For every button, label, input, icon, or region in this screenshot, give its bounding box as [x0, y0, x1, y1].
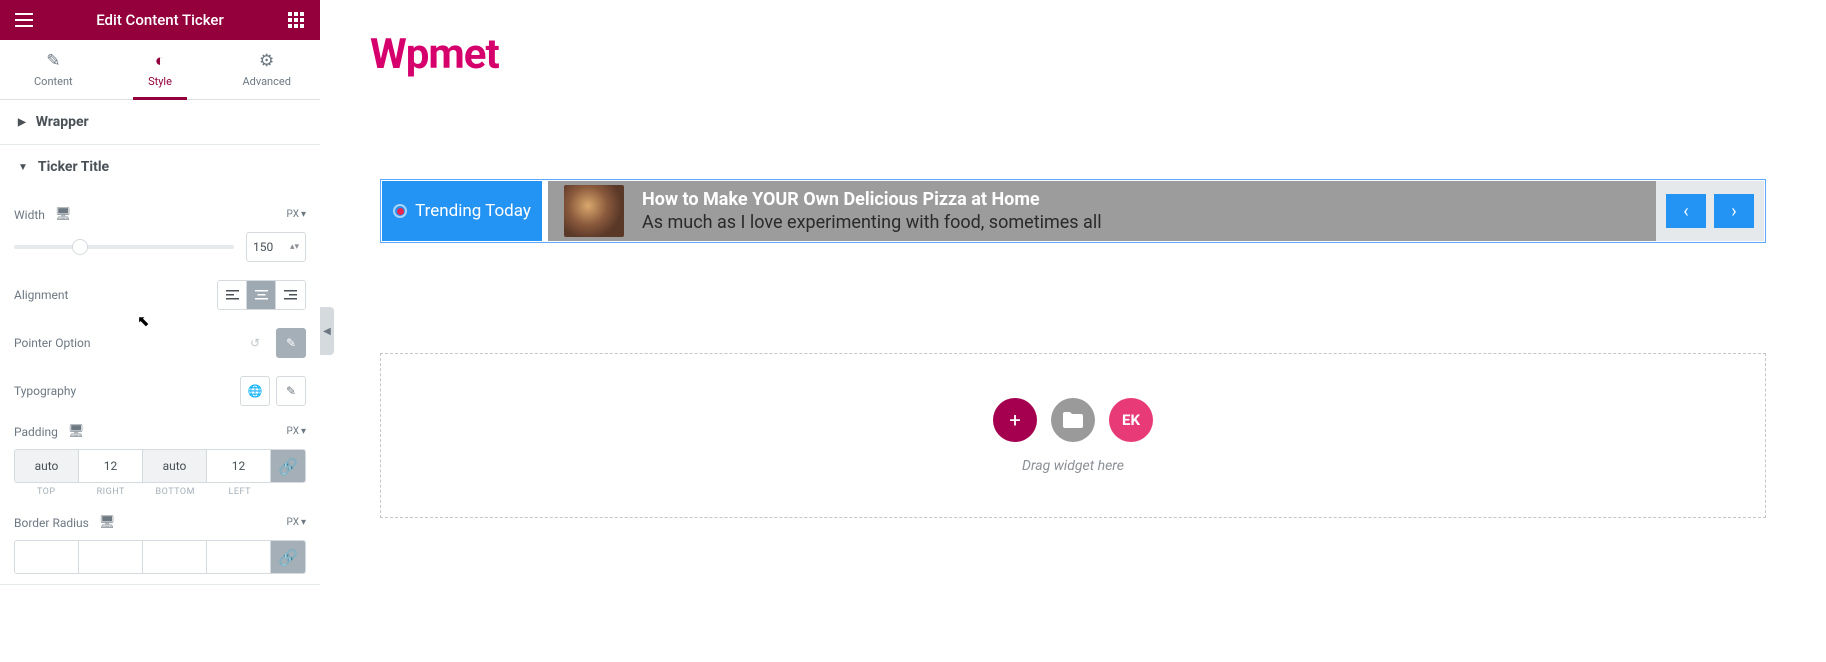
ticker-headline: How to Make YOUR Own Delicious Pizza at …: [642, 189, 1102, 210]
radius-input[interactable]: [207, 541, 271, 573]
ticker-subtext: As much as I love experimenting with foo…: [642, 212, 1102, 233]
controls-panel: ▶ Wrapper ▼ Ticker Title Width 🖥 PX ▾: [0, 100, 320, 662]
content-ticker-widget[interactable]: Trending Today How to Make YOUR Own Deli…: [380, 179, 1766, 243]
chevron-down-icon: ▾: [301, 426, 306, 437]
desktop-icon[interactable]: 🖥: [68, 424, 85, 439]
control-label: Width: [14, 208, 45, 222]
unit-selector[interactable]: PX ▾: [287, 517, 306, 528]
control-label: Padding: [14, 425, 58, 439]
section-title: Ticker Title: [38, 159, 109, 175]
ticker-badge-text: Trending Today: [415, 201, 531, 221]
widget-drop-zone[interactable]: + EK Drag widget here: [380, 353, 1766, 518]
site-brand: Wpmet: [370, 30, 1806, 79]
label-top: TOP: [14, 487, 79, 497]
padding-left-input[interactable]: 12: [207, 450, 271, 482]
record-dot-icon: [393, 204, 407, 218]
editor-tabs: ✎ Content ◐ Style ⚙ Advanced: [0, 40, 320, 100]
preview-canvas: Wpmet Trending Today How to Make YOUR Ow…: [320, 0, 1826, 662]
tab-label: Advanced: [242, 75, 290, 88]
section-header-ticker-title[interactable]: ▼ Ticker Title: [0, 145, 320, 189]
number-spinner[interactable]: ▴▾: [290, 242, 299, 252]
section-title: Wrapper: [36, 114, 89, 130]
reset-button[interactable]: ↺: [240, 328, 270, 358]
desktop-icon[interactable]: 🖥: [55, 207, 72, 222]
collapse-panel-button[interactable]: ◀: [320, 307, 334, 355]
align-right-button[interactable]: [276, 281, 305, 309]
caret-down-icon: ▼: [18, 162, 28, 173]
control-label: Pointer Option: [14, 336, 91, 350]
padding-right-input[interactable]: 12: [79, 450, 143, 482]
ticker-body: How to Make YOUR Own Delicious Pizza at …: [542, 181, 1656, 241]
tab-content[interactable]: ✎ Content: [0, 40, 107, 99]
control-border-radius: Border Radius 🖥 PX ▾ 🔗: [14, 515, 306, 574]
tab-label: Style: [148, 75, 172, 88]
control-label: Border Radius: [14, 516, 89, 530]
elementskit-button[interactable]: EK: [1109, 398, 1153, 442]
radius-input[interactable]: [15, 541, 79, 573]
link-values-button[interactable]: 🔗: [271, 450, 305, 482]
desktop-icon[interactable]: 🖥: [99, 515, 116, 530]
ticker-thumbnail: [564, 185, 624, 237]
control-padding: Padding 🖥 PX ▾ auto 12 auto 12 🔗 TOP: [14, 424, 306, 497]
edit-typography-button[interactable]: ✎: [276, 376, 306, 406]
section-header-wrapper[interactable]: ▶ Wrapper: [0, 100, 320, 144]
ticker-prev-button[interactable]: ‹: [1666, 194, 1706, 228]
ticker-title-badge: Trending Today: [382, 181, 542, 241]
radius-input[interactable]: [143, 541, 207, 573]
control-label: Alignment: [14, 288, 68, 302]
section-ticker-title: ▼ Ticker Title Width 🖥 PX ▾: [0, 145, 320, 585]
alignment-buttons: [217, 280, 306, 310]
panel-header: Edit Content Ticker: [0, 0, 320, 40]
caret-right-icon: ▶: [18, 117, 26, 128]
control-label: Typography: [14, 384, 76, 398]
unit-selector[interactable]: PX ▾: [287, 209, 306, 220]
control-alignment: Alignment: [14, 280, 306, 310]
link-values-button[interactable]: 🔗: [271, 541, 305, 573]
menu-button[interactable]: [10, 6, 38, 34]
contrast-icon: ◐: [155, 51, 165, 71]
padding-top-input[interactable]: auto: [15, 450, 79, 482]
control-width: Width 🖥 PX ▾ 150▴▾: [14, 207, 306, 262]
align-center-button[interactable]: [247, 281, 276, 309]
tab-style[interactable]: ◐ Style: [107, 40, 214, 99]
panel-title: Edit Content Ticker: [38, 11, 282, 29]
add-section-button[interactable]: +: [993, 398, 1037, 442]
label-left: LEFT: [208, 487, 273, 497]
slider-thumb[interactable]: [72, 239, 88, 255]
template-library-button[interactable]: [1051, 398, 1095, 442]
tab-advanced[interactable]: ⚙ Advanced: [213, 40, 320, 99]
ticker-nav: ‹ ›: [1656, 181, 1764, 241]
align-left-button[interactable]: [218, 281, 247, 309]
label-right: RIGHT: [79, 487, 144, 497]
globe-button[interactable]: 🌐: [240, 376, 270, 406]
ticker-next-button[interactable]: ›: [1714, 194, 1754, 228]
radius-input[interactable]: [79, 541, 143, 573]
padding-bottom-input[interactable]: auto: [143, 450, 207, 482]
label-bottom: BOTTOM: [143, 487, 208, 497]
control-pointer: Pointer Option ↺ ✎: [14, 328, 306, 358]
chevron-down-icon: ▾: [301, 517, 306, 528]
widgets-grid-button[interactable]: [282, 6, 310, 34]
chevron-down-icon: ▾: [301, 209, 306, 220]
drop-zone-text: Drag widget here: [1022, 458, 1124, 474]
width-slider[interactable]: [14, 245, 234, 249]
gear-icon: ⚙: [259, 51, 274, 71]
tab-label: Content: [34, 75, 73, 88]
edit-pointer-button[interactable]: ✎: [276, 328, 306, 358]
section-wrapper: ▶ Wrapper: [0, 100, 320, 145]
control-typography: Typography 🌐 ✎: [14, 376, 306, 406]
width-input[interactable]: 150▴▾: [246, 232, 306, 262]
unit-selector[interactable]: PX ▾: [287, 426, 306, 437]
pencil-icon: ✎: [46, 51, 60, 71]
